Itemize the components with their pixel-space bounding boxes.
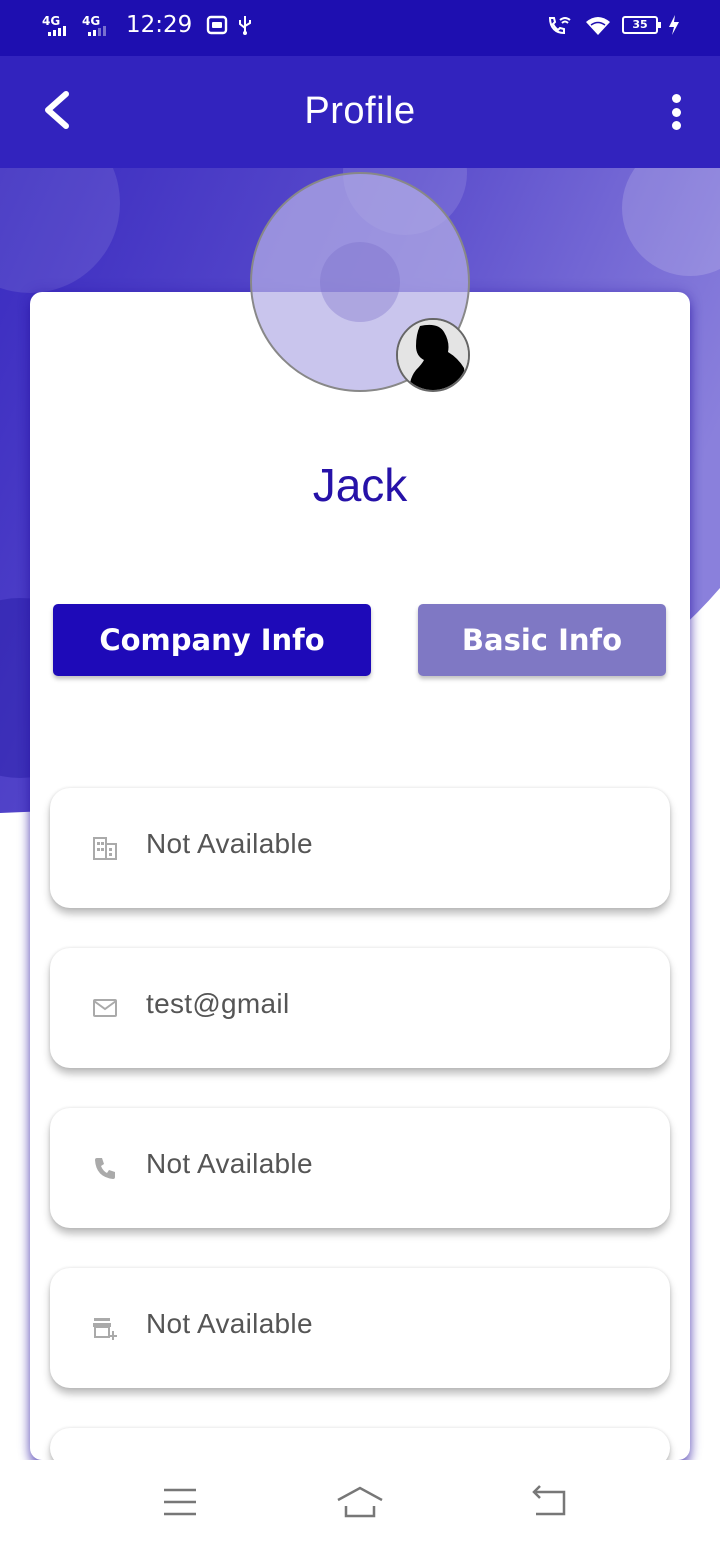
user-name: Jack	[312, 459, 408, 511]
home-button[interactable]	[336, 1482, 384, 1522]
store-add-icon	[93, 1318, 117, 1340]
avatar[interactable]	[396, 318, 470, 392]
status-bar: 4G 4G 12:29 35	[0, 0, 720, 56]
page-title: Profile	[304, 90, 416, 132]
cell-signal-icon-2: 4G	[82, 12, 114, 38]
navigation-bar	[0, 1460, 720, 1544]
battery-icon: 35	[622, 16, 661, 34]
company-info-tab[interactable]: Company Info	[53, 604, 371, 676]
wifi-icon	[586, 17, 610, 35]
store-value: Not Available	[146, 1308, 313, 1339]
info-item-email[interactable]: test@gmail	[50, 948, 670, 1068]
more-options-button[interactable]	[666, 94, 686, 130]
info-item-phone[interactable]: Not Available	[50, 1108, 670, 1228]
email-icon	[93, 999, 117, 1017]
info-item-company[interactable]: Not Available	[50, 788, 670, 908]
back-nav-button[interactable]	[526, 1482, 574, 1522]
return-icon	[532, 1485, 566, 1516]
menu-icon	[164, 1488, 196, 1516]
recent-apps-button[interactable]	[156, 1482, 204, 1522]
notification-app-icon	[207, 15, 228, 35]
usb-icon	[239, 16, 252, 35]
wifi-calling-icon	[548, 17, 571, 35]
app-bar: Profile	[0, 56, 720, 168]
more-vertical-icon	[671, 94, 681, 103]
status-time: 12:29	[126, 12, 193, 38]
phone-value: Not Available	[146, 1148, 313, 1179]
basic-info-tab[interactable]: Basic Info	[418, 604, 666, 676]
phone-icon	[95, 1158, 115, 1179]
company-value: Not Available	[146, 828, 313, 859]
cell-signal-icon-1: 4G	[42, 12, 74, 38]
building-icon	[93, 837, 117, 860]
home-icon	[337, 1486, 383, 1518]
charging-icon	[669, 15, 679, 35]
email-value: test@gmail	[146, 988, 290, 1019]
info-item-store[interactable]: Not Available	[50, 1268, 670, 1388]
